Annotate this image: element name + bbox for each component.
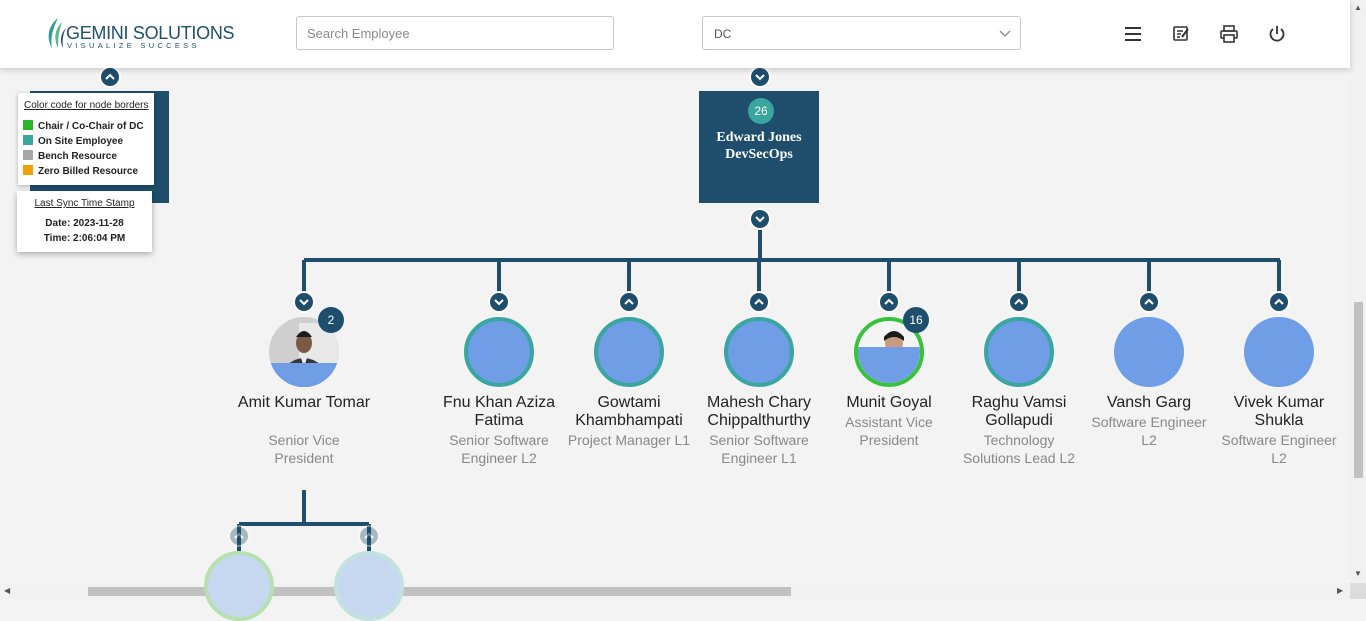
chevron-down-icon xyxy=(299,299,309,306)
employee-title: Senior Software Engineer L2 xyxy=(449,432,549,466)
chevron-up-icon xyxy=(1144,298,1154,305)
legend-swatch xyxy=(23,120,33,130)
employee-name: Amit Kumar Tomar xyxy=(237,394,371,411)
chevron-down-icon xyxy=(755,216,765,223)
expand-toggle-root[interactable] xyxy=(749,208,771,230)
legend-swatch xyxy=(23,135,33,145)
chevron-up-icon xyxy=(884,298,894,305)
root-node-name: Edward Jones DevSecOps xyxy=(699,129,819,163)
legend-panel: Color code for node borders Chair / Co-C… xyxy=(18,93,154,185)
employee-title: Assistant Vice President xyxy=(845,414,933,448)
collapse-toggle-left[interactable] xyxy=(99,66,121,88)
sync-date: Date: 2023-11-28 xyxy=(45,218,124,229)
sync-timestamp-panel: Last Sync Time Stamp Date: 2023-11-28 Ti… xyxy=(17,191,152,252)
count-badge-amit: 2 xyxy=(318,307,344,333)
legend-item-chair: Chair / Co-Chair of DC xyxy=(23,120,144,132)
toggle-vivek-kumar-shukla[interactable] xyxy=(1268,291,1290,313)
toggle-fnu-khan-aziza-fatima[interactable] xyxy=(488,291,510,313)
chevron-up-icon xyxy=(234,532,244,539)
legend-item-onsite: On Site Employee xyxy=(23,135,123,147)
sync-title: Last Sync Time Stamp xyxy=(34,198,135,209)
avatar-fnu-khan-aziza-fatima[interactable] xyxy=(464,317,534,387)
dc-select-value: DC xyxy=(714,27,732,41)
employee-title: Software Engineer L2 xyxy=(1221,432,1337,466)
employee-name: Mahesh Chary Chippalthurthy xyxy=(706,394,812,429)
top-header: GEMINI SOLUTIONS VISUALIZE SUCCESS DC xyxy=(0,0,1350,68)
employee-title: Senior Software Engineer L1 xyxy=(709,432,809,466)
employee-name: Vansh Garg xyxy=(1106,394,1192,411)
toggle-vansh-garg[interactable] xyxy=(1138,291,1160,313)
scroll-left-arrow-icon[interactable]: ◀ xyxy=(4,586,10,595)
dc-select[interactable]: DC xyxy=(702,16,1021,50)
employee-title: Senior Vice President xyxy=(268,432,340,466)
brand-tagline: VISUALIZE SUCCESS xyxy=(67,41,200,50)
horizontal-scroll-thumb[interactable] xyxy=(88,587,791,596)
chevron-down-icon xyxy=(999,30,1011,37)
legend-swatch xyxy=(23,165,33,175)
legend-title: Color code for node borders xyxy=(24,100,149,111)
chevron-up-icon xyxy=(624,298,634,305)
legend-swatch xyxy=(23,150,33,160)
search-employee-input[interactable] xyxy=(296,16,614,50)
chevron-up-icon xyxy=(1274,298,1284,305)
chevron-down-icon xyxy=(755,74,765,81)
chevron-up-icon xyxy=(105,73,115,80)
root-count-badge: 26 xyxy=(748,98,774,124)
employee-name: Vivek Kumar Shukla xyxy=(1233,394,1325,429)
avatar-raghu-vamsi-gollapudi[interactable] xyxy=(984,317,1054,387)
collapse-toggle-root-parent[interactable] xyxy=(749,66,771,88)
toggle-child-1[interactable] xyxy=(228,525,250,547)
scroll-right-arrow-icon[interactable]: ▶ xyxy=(1337,586,1343,595)
employee-name: Fnu Khan Aziza Fatima xyxy=(442,394,556,429)
toggle-munit-goyal[interactable] xyxy=(878,291,900,313)
count-badge-munit: 16 xyxy=(903,307,929,333)
avatar-child-2[interactable] xyxy=(334,551,404,621)
avatar-vansh-garg[interactable] xyxy=(1114,317,1184,387)
chevron-up-icon xyxy=(1014,298,1024,305)
legend-label: Bench Resource xyxy=(38,151,117,162)
avatar-gowtami-khambhampati[interactable] xyxy=(594,317,664,387)
toggle-amit-kumar-tomar[interactable] xyxy=(293,291,315,313)
avatar-vivek-kumar-shukla[interactable] xyxy=(1244,317,1314,387)
avatar-mahesh-chary-chippalthurthy[interactable] xyxy=(724,317,794,387)
root-name-line2: DevSecOps xyxy=(725,147,793,162)
root-name-line1: Edward Jones xyxy=(716,130,802,145)
vertical-scroll-thumb[interactable] xyxy=(1354,302,1363,478)
legend-label: On Site Employee xyxy=(38,136,124,147)
scroll-down-arrow-icon[interactable]: ▼ xyxy=(1354,569,1362,578)
chevron-up-icon xyxy=(754,298,764,305)
chevron-down-icon xyxy=(494,299,504,306)
employee-name: Munit Goyal xyxy=(846,394,932,411)
employee-name: Gowtami Khambhampati xyxy=(575,394,683,429)
vertical-scrollbar[interactable]: ▲ ▼ xyxy=(1350,0,1366,583)
employee-name: Raghu Vamsi Gollapudi xyxy=(971,394,1067,429)
toggle-raghu-vamsi-gollapudi[interactable] xyxy=(1008,291,1030,313)
employee-title: Technology Solutions Lead L2 xyxy=(962,432,1076,466)
horizontal-scrollbar[interactable]: ◀ ▶ xyxy=(0,583,1350,599)
legend-label: Zero Billed Resource xyxy=(38,166,139,177)
legend-item-bench: Bench Resource xyxy=(23,150,117,162)
print-icon[interactable] xyxy=(1219,24,1239,44)
avatar-child-1[interactable] xyxy=(204,551,274,621)
toggle-gowtami-khambhampati[interactable] xyxy=(618,291,640,313)
scrollbar-corner xyxy=(1350,583,1366,599)
scroll-up-arrow-icon[interactable]: ▲ xyxy=(1354,3,1362,12)
toggle-child-2[interactable] xyxy=(358,525,380,547)
toggle-mahesh-chary-chippalthurthy[interactable] xyxy=(748,291,770,313)
sync-time: Time: 2:06:04 PM xyxy=(43,233,126,244)
chevron-up-icon xyxy=(364,532,374,539)
menu-icon[interactable] xyxy=(1123,24,1143,44)
leaf-logo-icon xyxy=(48,18,66,48)
edit-note-icon[interactable] xyxy=(1171,24,1191,44)
employee-title: Project Manager L1 xyxy=(567,432,691,448)
employee-title: Software Engineer L2 xyxy=(1091,414,1207,448)
legend-item-zero-billed: Zero Billed Resource xyxy=(23,165,138,177)
power-icon[interactable] xyxy=(1267,24,1287,44)
company-logo[interactable]: GEMINI SOLUTIONS VISUALIZE SUCCESS xyxy=(46,16,235,52)
legend-label: Chair / Co-Chair of DC xyxy=(38,121,144,132)
